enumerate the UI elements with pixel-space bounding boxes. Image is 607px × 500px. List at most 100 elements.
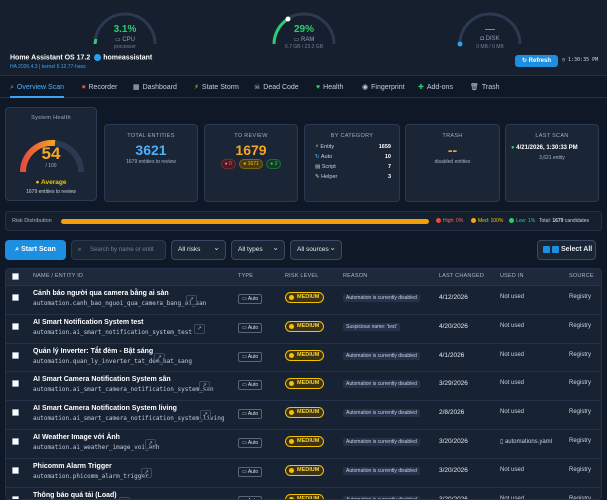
row-checkbox[interactable] bbox=[12, 322, 19, 330]
ram-label: ▭ RAM bbox=[266, 36, 342, 43]
start-scan-button[interactable]: ⌕ Start Scan bbox=[5, 240, 66, 260]
open-link-icon[interactable]: ↗ bbox=[145, 439, 156, 449]
table-row[interactable]: Phicomm Alarm Trigger automation.phicomm_… bbox=[6, 457, 601, 485]
tab-fingerprint[interactable]: ◉ Fingerprint bbox=[362, 78, 405, 98]
lightning-icon: ⚡ bbox=[315, 144, 319, 150]
row-checkbox[interactable] bbox=[12, 466, 19, 474]
cpu-label-text: CPU bbox=[122, 37, 135, 43]
cpu-gauge: 3.1% ▭ CPU processor bbox=[87, 6, 163, 50]
row-checkbox[interactable] bbox=[12, 409, 19, 417]
row-checkbox[interactable] bbox=[12, 495, 19, 499]
col-risk[interactable]: RISK LEVEL bbox=[285, 273, 319, 279]
table-row[interactable]: AI Smart Camera Notification System livi… bbox=[6, 400, 601, 427]
refresh-button[interactable]: ↻ Refresh bbox=[515, 55, 558, 67]
review-value: 1679 bbox=[235, 142, 267, 158]
used-in: Not used bbox=[500, 323, 524, 329]
open-link-icon[interactable]: ↗ bbox=[154, 352, 165, 363]
tab-dead-code[interactable]: ☠ Dead Code bbox=[254, 78, 299, 98]
health-of: / 100 bbox=[45, 163, 57, 169]
entity-id: automation.ai_smart_camera_notification_… bbox=[33, 415, 225, 423]
last-scan-value: ● 4/21/2026, 1:30:33 PM bbox=[511, 145, 578, 151]
used-in: Not used bbox=[500, 496, 524, 499]
row-checkbox[interactable] bbox=[12, 351, 19, 359]
disk-label-text: DISK bbox=[485, 36, 500, 42]
header-checkbox[interactable] bbox=[12, 273, 19, 280]
open-link-icon[interactable]: ↗ bbox=[194, 323, 205, 334]
row-checkbox[interactable] bbox=[12, 294, 19, 301]
col-reason[interactable]: REASON bbox=[343, 273, 367, 279]
reason-text: Automation is currently disabled bbox=[343, 438, 420, 446]
tab-dashboard[interactable]: ▦ Dashboard bbox=[133, 78, 177, 98]
trash-sub: disabled entities bbox=[434, 159, 471, 165]
col-name[interactable]: NAME / ENTITY ID bbox=[33, 273, 83, 279]
open-link-icon[interactable]: ↗ bbox=[199, 381, 210, 392]
type-badge: ▭ Auto bbox=[238, 495, 263, 499]
review-title: TO REVIEW bbox=[234, 133, 268, 139]
tab-state-storm[interactable]: ⚡ State Storm bbox=[194, 78, 239, 98]
col-used-in[interactable]: USED IN bbox=[500, 273, 524, 279]
last-changed: 3/20/2026 bbox=[439, 495, 468, 500]
table-row[interactable]: Cảnh báo người qua camera bằng ai sàn aut… bbox=[6, 285, 601, 312]
tab-health[interactable]: ♥ Health bbox=[316, 78, 343, 98]
tab-trash[interactable]: 🗑 Trash bbox=[470, 78, 500, 98]
tab-add-ons[interactable]: ✚ Add-ons bbox=[418, 78, 453, 98]
entity-name: AI Smart Camera Notification System livi… bbox=[33, 405, 177, 413]
used-in: Not used bbox=[500, 467, 524, 473]
refresh-label: Refresh bbox=[528, 58, 552, 64]
search-input[interactable]: ⌕ Search by name or entit bbox=[71, 240, 166, 260]
row-checkbox[interactable] bbox=[12, 380, 19, 388]
used-in: Not used bbox=[500, 294, 524, 300]
table-row[interactable]: Quản lý Inverter: Tắt đèm - Bật sáng auto… bbox=[6, 342, 601, 370]
disk-gauge: — ◘ DISK 0 MB / 0 MB bbox=[452, 6, 528, 50]
tab-label: Add-ons bbox=[426, 84, 453, 91]
medium-count-badge: ● 1671 bbox=[239, 159, 263, 169]
type-filter-select[interactable]: All types bbox=[231, 239, 285, 260]
type-badge: ▭ Auto bbox=[238, 438, 263, 448]
tab-overview-scan[interactable]: ⌕ Overview Scan bbox=[10, 78, 64, 98]
type-badge: ▭ Auto bbox=[238, 466, 263, 477]
open-link-icon[interactable]: ↗ bbox=[141, 467, 152, 478]
last-changed: 4/1/2026 bbox=[439, 351, 465, 359]
refresh-icon: ↻ bbox=[521, 58, 529, 64]
col-last-changed[interactable]: LAST CHANGED bbox=[439, 273, 484, 279]
system-health-card: System Health 54 / 100 ● Average 1679 en… bbox=[5, 107, 97, 201]
used-in: Not used bbox=[500, 409, 524, 415]
risk-low-text: Low: 1% bbox=[516, 218, 536, 224]
cpu-value: 3.1% bbox=[113, 24, 137, 35]
open-link-icon[interactable]: ↗ bbox=[186, 295, 197, 305]
risk-filter-value: All risks bbox=[178, 246, 201, 253]
last-scan-card: LAST SCAN ● 4/21/2026, 1:30:33 PM 3,621 … bbox=[505, 124, 599, 202]
select-all-checkbox[interactable] bbox=[543, 246, 550, 253]
trash-title: TRASH bbox=[442, 133, 463, 139]
source-filter-select[interactable]: All sources bbox=[290, 239, 342, 260]
ram-value: 29% bbox=[293, 24, 314, 35]
system-header: 3.1% ▭ CPU processor 29% ▭ RAM 6.7 GB / … bbox=[0, 0, 607, 76]
table-row[interactable]: AI Smart Camera Notification System sân a… bbox=[6, 371, 601, 398]
total-title: TOTAL ENTITIES bbox=[127, 133, 175, 139]
risk-filter-select[interactable]: All risks bbox=[171, 239, 226, 260]
row-checkbox[interactable] bbox=[12, 438, 19, 445]
col-type[interactable]: TYPE bbox=[238, 273, 253, 279]
host-info: Home Assistant OS 17.2 homeassistant bbox=[10, 54, 152, 61]
low-dot-icon bbox=[509, 218, 514, 224]
col-source[interactable]: SOURCE bbox=[569, 273, 594, 279]
tab-recorder[interactable]: ⏺ Recorder bbox=[82, 78, 117, 98]
trash-card: TRASH -- disabled entities bbox=[405, 124, 500, 202]
risk-distribution: Risk Distribution High: 0% Med: 100% Low… bbox=[5, 211, 602, 231]
entity-name: AI Smart Notification System test bbox=[33, 318, 144, 326]
select-all-button[interactable]: Select All bbox=[537, 240, 596, 260]
total-entities-card: TOTAL ENTITIES 3621 1679 entities to rev… bbox=[104, 124, 198, 202]
med-dot-icon bbox=[471, 218, 476, 224]
entity-name: Quản lý Inverter: Tắt đèm - Bật sáng bbox=[33, 347, 154, 355]
trash-icon: 🗑 bbox=[470, 84, 479, 91]
table-row[interactable]: AI Weather Image với Ảnh automation.ai_we… bbox=[6, 429, 601, 456]
category-title: BY CATEGORY bbox=[330, 133, 374, 139]
table-row[interactable]: Thông báo quá tải (Load)automation.thong… bbox=[6, 486, 601, 500]
table-row[interactable]: AI Smart Notification System test automat… bbox=[6, 313, 601, 341]
tab-label: Dead Code bbox=[263, 84, 299, 91]
open-link-icon[interactable]: ↗ bbox=[119, 496, 130, 499]
last-changed: 4/20/2026 bbox=[439, 322, 468, 330]
search-placeholder: Search by name or entit bbox=[90, 247, 154, 253]
grade-text: Average bbox=[41, 179, 67, 186]
open-link-icon[interactable]: ↗ bbox=[200, 410, 211, 421]
